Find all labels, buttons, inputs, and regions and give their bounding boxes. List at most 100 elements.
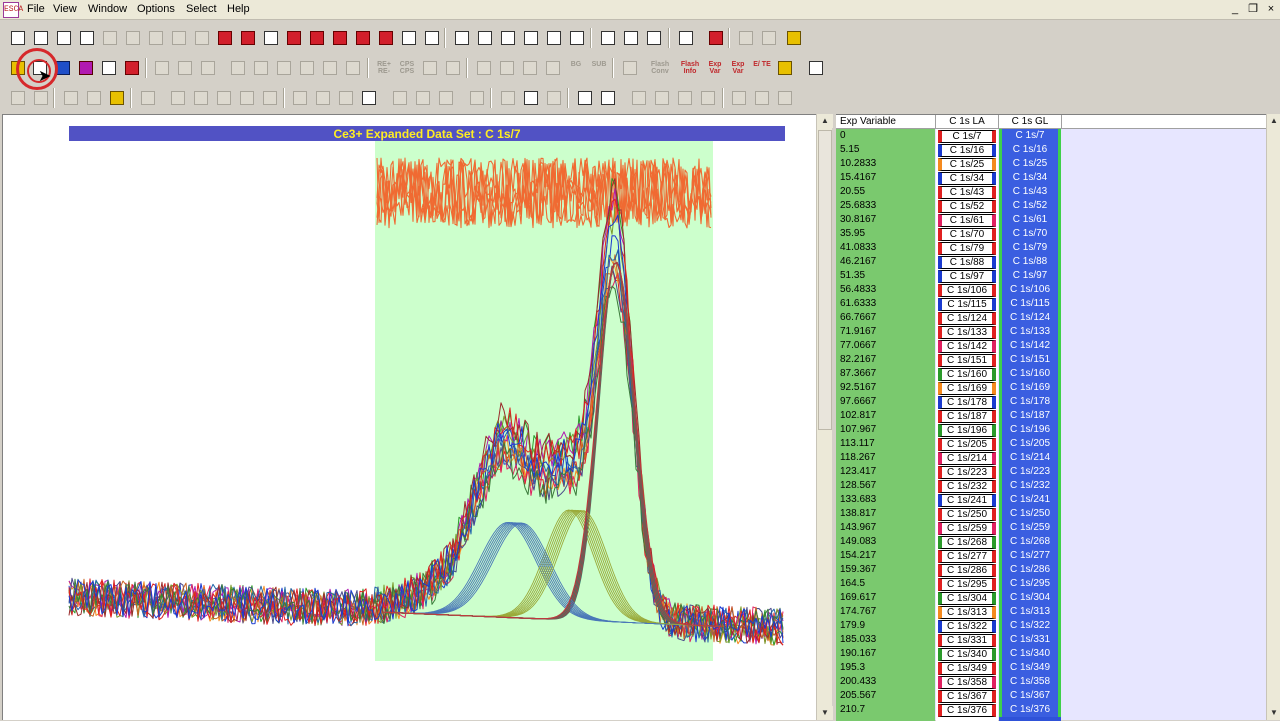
c1s-gl-cell[interactable]: C 1s/79 — [999, 241, 1061, 255]
c1s-la-cell[interactable]: C 1s/169 — [938, 382, 996, 395]
toolbar3-button-31[interactable] — [775, 88, 795, 108]
c1s-gl-cell[interactable]: C 1s/106 — [999, 283, 1061, 297]
c1s-la-cell[interactable]: C 1s/133 — [938, 326, 996, 339]
toolbar2-button-12[interactable] — [274, 58, 294, 78]
exp-variable-cell[interactable]: 179.9 — [840, 619, 865, 633]
toolbar3-button-23[interactable] — [575, 88, 595, 108]
exp-variable-cell[interactable]: 87.3667 — [840, 367, 876, 381]
toolbar2-button-23[interactable] — [543, 58, 563, 78]
c1s-gl-cell[interactable]: C 1s/151 — [999, 353, 1061, 367]
toolbar3-button-2[interactable] — [31, 88, 51, 108]
c1s-la-cell[interactable]: C 1s/160 — [938, 368, 996, 381]
c1s-gl-cell[interactable]: C 1s/124 — [999, 311, 1061, 325]
toolbar1-button-16[interactable] — [353, 28, 373, 48]
grid-scrollbar[interactable]: ▲ ▼ — [1266, 114, 1280, 720]
exp-variable-cell[interactable]: 66.7667 — [840, 311, 876, 325]
toolbar3-button-14[interactable] — [336, 88, 356, 108]
c1s-la-cell[interactable]: C 1s/286 — [938, 564, 996, 577]
scroll-down-arrow-icon[interactable]: ▼ — [817, 706, 833, 720]
menu-help[interactable]: Help — [224, 3, 253, 15]
c1s-la-cell[interactable]: C 1s/304 — [938, 592, 996, 605]
close-button[interactable]: × — [1263, 2, 1279, 16]
toolbar1-button-8[interactable] — [169, 28, 189, 48]
toolbar1-button-13[interactable] — [284, 28, 304, 48]
toolbar2-button-18[interactable] — [420, 58, 440, 78]
toolbar3-button-7[interactable] — [168, 88, 188, 108]
c1s-gl-cell[interactable]: C 1s/331 — [999, 633, 1061, 647]
c1s-gl-cell[interactable]: C 1s/277 — [999, 549, 1061, 563]
toolbar2-button-30[interactable]: Exp Var — [728, 58, 748, 78]
toolbar1-button-10[interactable] — [215, 28, 235, 48]
c1s-gl-cell[interactable]: C 1s/25 — [999, 157, 1061, 171]
toolbar2-button-6[interactable] — [122, 58, 142, 78]
toolbar3-button-5[interactable] — [107, 88, 127, 108]
exp-variable-cell[interactable]: 118.267 — [840, 451, 875, 465]
toolbar2-button-28[interactable]: Flash Info — [680, 58, 700, 78]
exp-variable-cell[interactable]: 169.617 — [840, 591, 876, 605]
plot-scrollbar[interactable]: ▲ ▼ — [816, 114, 833, 720]
c1s-la-cell[interactable]: C 1s/7 — [938, 130, 996, 143]
c1s-la-cell[interactable]: C 1s/178 — [938, 396, 996, 409]
app-icon[interactable]: ESCA — [3, 2, 23, 18]
toolbar2-button-5[interactable] — [99, 58, 119, 78]
minimize-button[interactable]: _ — [1227, 2, 1243, 16]
toolbar1-button-32[interactable] — [759, 28, 779, 48]
c1s-gl-cell[interactable]: C 1s/322 — [999, 619, 1061, 633]
toolbar1-button-30[interactable] — [706, 28, 726, 48]
c1s-la-cell[interactable]: C 1s/358 — [938, 676, 996, 689]
c1s-gl-cell[interactable]: C 1s/187 — [999, 409, 1061, 423]
c1s-la-cell[interactable]: C 1s/241 — [938, 494, 996, 507]
c1s-gl-cell[interactable]: C 1s/358 — [999, 675, 1061, 689]
c1s-gl-cell[interactable]: C 1s/7 — [999, 129, 1061, 143]
exp-variable-cell[interactable]: 133.683 — [840, 493, 876, 507]
c1s-la-cell[interactable]: C 1s/151 — [938, 354, 996, 367]
c1s-la-cell[interactable]: C 1s/115 — [938, 298, 996, 311]
scroll-up-arrow-icon[interactable]: ▲ — [817, 114, 833, 128]
toolbar2-button-8[interactable] — [175, 58, 195, 78]
toolbar2-button-17[interactable]: CPS CPS — [397, 58, 417, 78]
c1s-la-cell[interactable]: C 1s/52 — [938, 200, 996, 213]
toolbar2-button-33[interactable] — [806, 58, 826, 78]
c1s-la-cell[interactable]: C 1s/25 — [938, 158, 996, 171]
toolbar3-button-30[interactable] — [752, 88, 772, 108]
c1s-gl-cell[interactable]: C 1s/268 — [999, 535, 1061, 549]
c1s-gl-cell[interactable]: C 1s/178 — [999, 395, 1061, 409]
exp-variable-cell[interactable]: 30.8167 — [840, 213, 876, 227]
toolbar2-button-3[interactable] — [53, 58, 73, 78]
exp-variable-cell[interactable]: 210.7 — [840, 703, 865, 717]
spectrum-plot[interactable]: Ce3+ Expanded Data Set : C 1s/7 — [3, 115, 817, 721]
toolbar3-button-6[interactable] — [138, 88, 158, 108]
c1s-la-cell[interactable]: C 1s/259 — [938, 522, 996, 535]
c1s-gl-cell[interactable]: C 1s/295 — [999, 577, 1061, 591]
toolbar1-button-26[interactable] — [598, 28, 618, 48]
header-exp-variable[interactable]: Exp Variable — [836, 115, 936, 129]
menu-options[interactable]: Options — [134, 3, 178, 15]
toolbar1-button-18[interactable] — [399, 28, 419, 48]
c1s-gl-cell[interactable]: C 1s/340 — [999, 647, 1061, 661]
c1s-la-cell[interactable]: C 1s/61 — [938, 214, 996, 227]
toolbar3-button-19[interactable] — [467, 88, 487, 108]
exp-variable-cell[interactable]: 10.2833 — [840, 157, 876, 171]
exp-variable-cell[interactable]: 159.367 — [840, 563, 876, 577]
exp-variable-cell[interactable]: 97.6667 — [840, 395, 876, 409]
c1s-la-cell[interactable]: C 1s/376 — [938, 704, 996, 717]
toolbar3-button-9[interactable] — [214, 88, 234, 108]
toolbar1-button-31[interactable] — [736, 28, 756, 48]
toolbar3-button-28[interactable] — [698, 88, 718, 108]
c1s-la-cell[interactable]: C 1s/34 — [938, 172, 996, 185]
restore-button[interactable]: ❐ — [1245, 2, 1261, 16]
c1s-la-cell[interactable]: C 1s/43 — [938, 186, 996, 199]
menu-window[interactable]: Window — [85, 3, 130, 15]
exp-variable-cell[interactable]: 195.3 — [840, 661, 865, 675]
exp-variable-cell[interactable]: 20.55 — [840, 185, 865, 199]
toolbar3-button-18[interactable] — [436, 88, 456, 108]
toolbar2-button-15[interactable] — [343, 58, 363, 78]
c1s-gl-cell[interactable]: C 1s/34 — [999, 171, 1061, 185]
c1s-la-cell[interactable]: C 1s/367 — [938, 690, 996, 703]
exp-variable-cell[interactable]: 61.6333 — [840, 297, 876, 311]
c1s-la-cell[interactable]: C 1s/331 — [938, 634, 996, 647]
toolbar1-button-22[interactable] — [498, 28, 518, 48]
toolbar3-button-26[interactable] — [652, 88, 672, 108]
c1s-gl-cell[interactable]: C 1s/250 — [999, 507, 1061, 521]
toolbar3-button-8[interactable] — [191, 88, 211, 108]
